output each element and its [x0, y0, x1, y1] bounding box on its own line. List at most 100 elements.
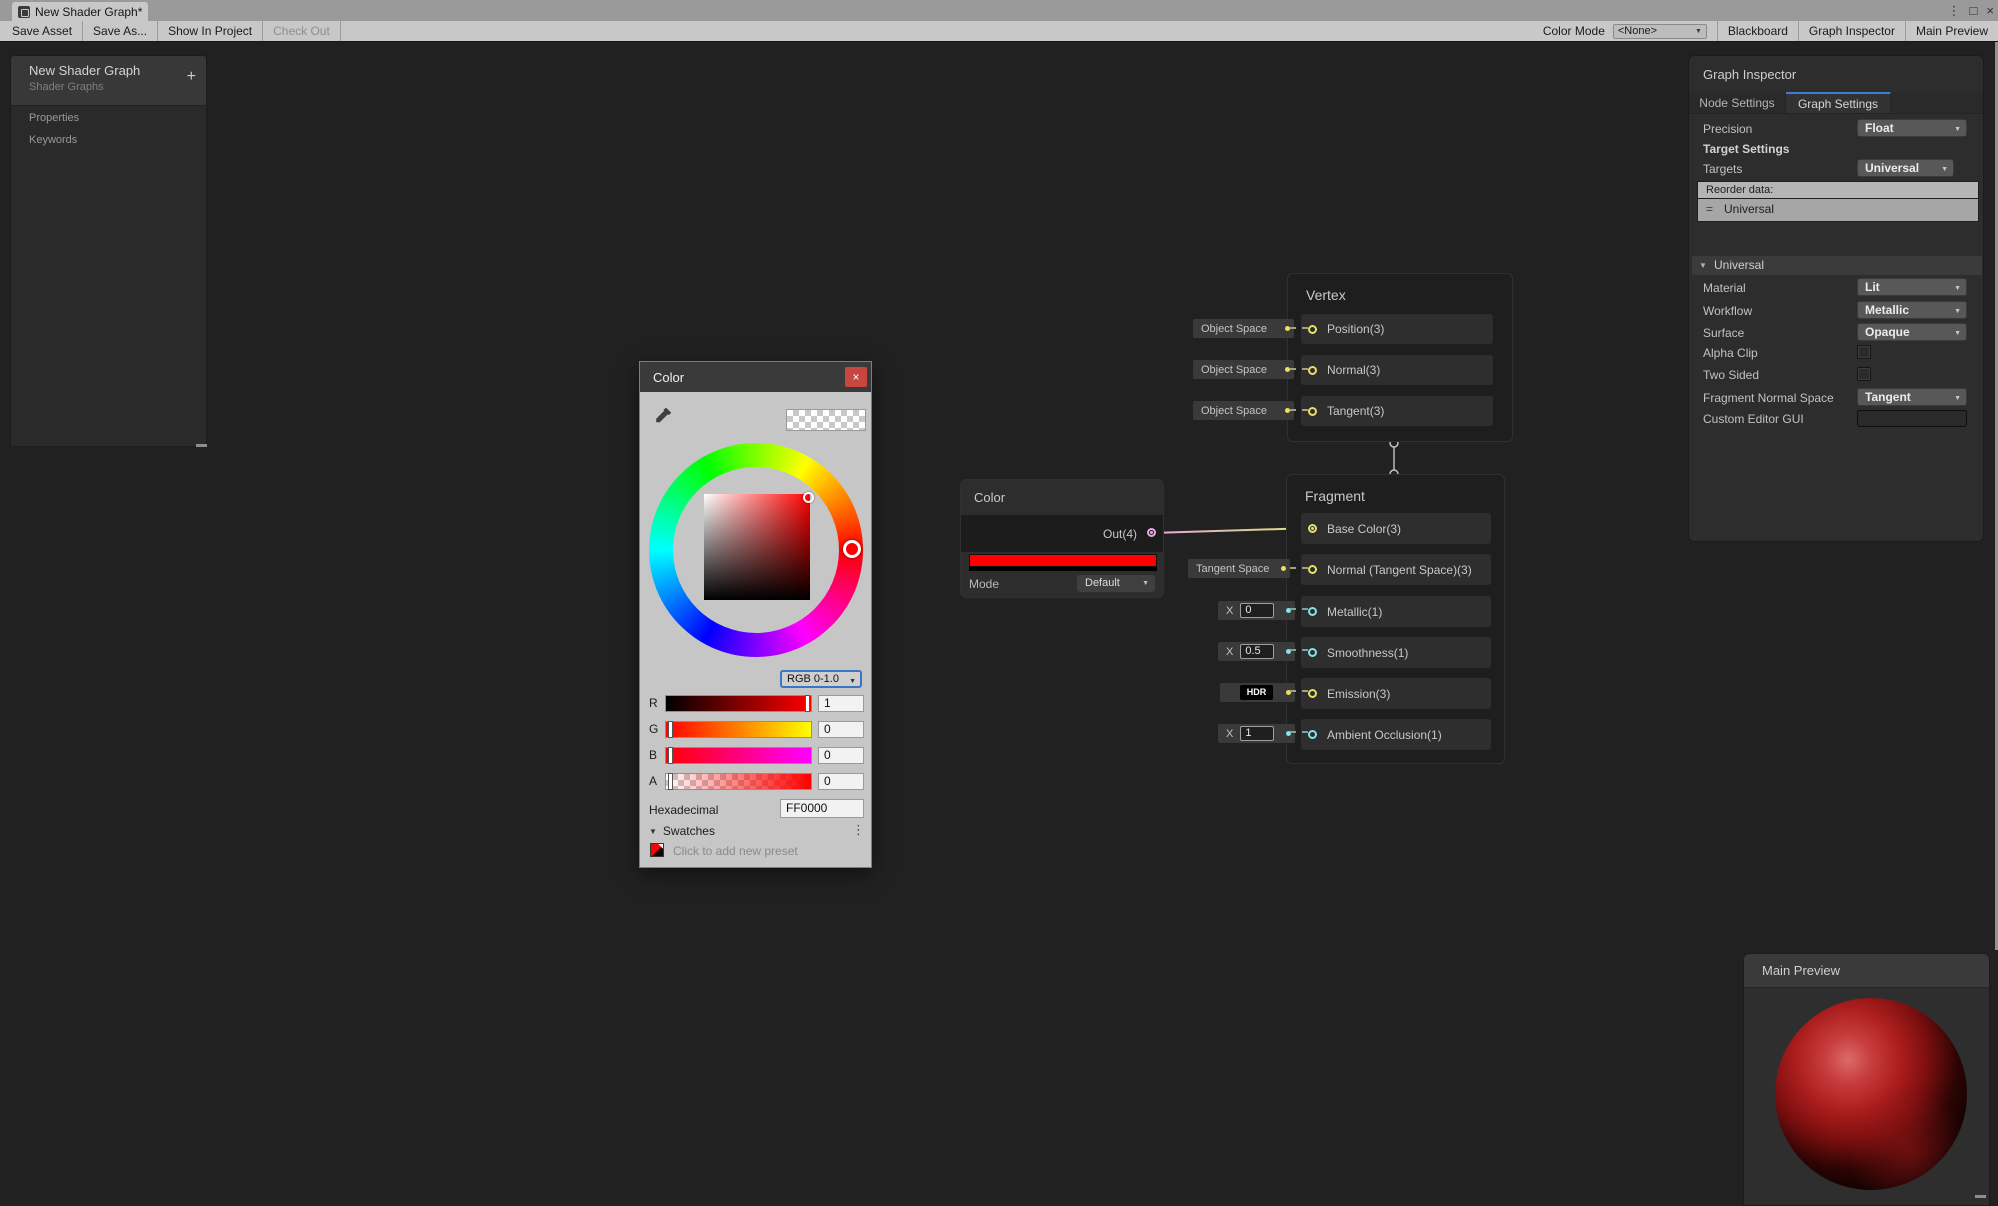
tab-graph-settings[interactable]: Graph Settings — [1786, 92, 1891, 113]
reorder-item-universal[interactable]: = Universal — [1697, 199, 1979, 222]
base-color-port[interactable] — [1308, 524, 1317, 533]
ambient-occlusion-port[interactable] — [1308, 730, 1317, 739]
green-slider[interactable] — [665, 721, 812, 738]
blue-slider[interactable] — [665, 747, 812, 764]
swatches-menu-icon[interactable]: ⋮ — [852, 822, 865, 838]
blackboard-section-properties[interactable]: Properties — [11, 106, 206, 128]
green-value-field[interactable]: 0 — [818, 721, 864, 738]
window-menu-icon[interactable]: ⋮ — [1948, 0, 1961, 21]
tangent-port[interactable] — [1308, 407, 1317, 416]
x-component-label: X — [1226, 605, 1233, 617]
emission-port[interactable] — [1308, 689, 1317, 698]
close-icon[interactable]: × — [1986, 0, 1994, 21]
tangent-space-pill[interactable]: Object Space — [1193, 401, 1294, 420]
alpha-value-field[interactable]: 0 — [818, 773, 864, 790]
add-preset-hint[interactable]: Click to add new preset — [673, 844, 798, 858]
close-dialog-button[interactable]: × — [845, 367, 867, 387]
graph-inspector-panel: Graph Inspector Node Settings Graph Sett… — [1688, 55, 1984, 542]
target-settings-heading: Target Settings — [1703, 142, 1789, 156]
dashed-connector — [1290, 368, 1308, 370]
alpha-clip-checkbox[interactable] — [1857, 345, 1871, 359]
normal-tangent-space-port[interactable] — [1308, 565, 1317, 574]
green-slider-handle[interactable] — [668, 721, 673, 738]
maximize-icon[interactable]: □ — [1970, 0, 1978, 21]
ao-value-field[interactable]: 1 — [1240, 726, 1274, 741]
mode-dropdown[interactable]: Default ▼ — [1077, 575, 1155, 592]
tab-node-settings[interactable]: Node Settings — [1689, 92, 1786, 113]
workflow-value: Metallic — [1865, 303, 1909, 317]
surface-value: Opaque — [1865, 325, 1910, 339]
material-dropdown[interactable]: Lit ▼ — [1857, 278, 1967, 296]
position-port[interactable] — [1308, 325, 1317, 334]
reorder-item-label: Universal — [1724, 199, 1774, 220]
fragment-smoothness-slot[interactable]: Smoothness(1) — [1301, 637, 1491, 668]
red-slider-handle[interactable] — [805, 695, 810, 712]
blackboard-toggle-button[interactable]: Blackboard — [1717, 21, 1798, 41]
color-mode-dropdown[interactable]: <None> ▼ — [1613, 24, 1707, 39]
graph-inspector-toggle-button[interactable]: Graph Inspector — [1798, 21, 1905, 41]
fragment-ao-slot[interactable]: Ambient Occlusion(1) — [1301, 719, 1491, 750]
blackboard-resize-handle[interactable] — [196, 444, 207, 447]
fragment-basecolor-slot[interactable]: Base Color(3) — [1301, 513, 1491, 544]
alpha-slider[interactable] — [665, 773, 812, 790]
tangent-space-label: Object Space — [1201, 405, 1267, 417]
custom-editor-gui-field[interactable] — [1857, 410, 1967, 427]
drag-handle-icon[interactable]: = — [1706, 199, 1713, 220]
saturation-value-square[interactable] — [704, 494, 810, 600]
hexadecimal-field[interactable]: FF0000 — [780, 799, 864, 818]
workflow-dropdown[interactable]: Metallic ▼ — [1857, 301, 1967, 319]
eyedropper-icon[interactable] — [653, 406, 673, 426]
universal-foldout[interactable]: ▼ Universal — [1692, 256, 1982, 275]
two-sided-checkbox[interactable] — [1857, 367, 1871, 381]
blackboard-section-keywords[interactable]: Keywords — [11, 128, 206, 150]
saturation-value-knob[interactable] — [803, 492, 814, 503]
surface-dropdown[interactable]: Opaque ▼ — [1857, 323, 1967, 341]
metallic-port[interactable] — [1308, 607, 1317, 616]
workflow-label: Workflow — [1703, 304, 1752, 318]
swatch-preset-icon[interactable] — [650, 843, 664, 857]
save-as-button[interactable]: Save As... — [83, 21, 158, 41]
fragment-normal-space-dropdown[interactable]: Tangent ▼ — [1857, 388, 1967, 406]
out-port[interactable] — [1147, 528, 1156, 537]
swatches-foldout[interactable]: ▼ Swatches — [649, 824, 715, 838]
fragment-normal-slot[interactable]: Normal (Tangent Space)(3) — [1301, 554, 1491, 585]
normal-tangent-space-port-label: Normal (Tangent Space)(3) — [1327, 563, 1472, 577]
hue-selector-knob[interactable] — [843, 540, 861, 558]
preview-sphere[interactable] — [1775, 998, 1967, 1190]
smoothness-port[interactable] — [1308, 648, 1317, 657]
blue-slider-handle[interactable] — [668, 747, 673, 764]
smoothness-value-field[interactable]: 0.5 — [1240, 644, 1274, 659]
color-mode-select[interactable]: RGB 0-1.0 ▼ — [780, 670, 862, 688]
normal-space-binding-pill[interactable]: Tangent Space — [1188, 559, 1290, 578]
vertex-normal-slot[interactable]: Normal(3) — [1301, 355, 1493, 385]
smoothness-port-label: Smoothness(1) — [1327, 646, 1408, 660]
preview-resize-handle[interactable] — [1975, 1195, 1986, 1198]
fragment-metallic-slot[interactable]: Metallic(1) — [1301, 596, 1491, 627]
vertex-position-slot[interactable]: Position(3) — [1301, 314, 1493, 344]
main-preview-toggle-button[interactable]: Main Preview — [1905, 21, 1998, 41]
red-value-field[interactable]: 1 — [818, 695, 864, 712]
red-slider[interactable] — [665, 695, 812, 712]
color-node[interactable]: Color Out(4) Mode Default ▼ — [960, 479, 1164, 598]
tab-new-shader-graph[interactable]: New Shader Graph* — [12, 2, 148, 21]
normal-port[interactable] — [1308, 366, 1317, 375]
targets-dropdown[interactable]: Universal ▼ — [1857, 159, 1954, 177]
metallic-value-field[interactable]: 0 — [1240, 603, 1274, 618]
normal-space-pill[interactable]: Object Space — [1193, 360, 1294, 379]
vertex-tangent-slot[interactable]: Tangent(3) — [1301, 396, 1493, 426]
color-value-swatch[interactable] — [969, 554, 1157, 567]
hdr-color-field[interactable]: HDR — [1240, 685, 1273, 700]
vertex-node[interactable]: Vertex Position(3) Normal(3) Tangent(3) — [1287, 273, 1513, 442]
color-picker-titlebar[interactable]: Color × — [640, 362, 871, 392]
swatches-label: Swatches — [663, 824, 715, 838]
precision-dropdown[interactable]: Float ▼ — [1857, 119, 1967, 137]
position-space-pill[interactable]: Object Space — [1193, 319, 1294, 338]
fragment-node[interactable]: Fragment Base Color(3) Normal (Tangent S… — [1286, 474, 1505, 764]
blue-value-field[interactable]: 0 — [818, 747, 864, 764]
save-asset-button[interactable]: Save Asset — [2, 21, 83, 41]
show-in-project-button[interactable]: Show In Project — [158, 21, 263, 41]
add-property-button[interactable]: + — [187, 68, 196, 86]
fragment-emission-slot[interactable]: Emission(3) — [1301, 678, 1491, 709]
alpha-slider-handle[interactable] — [668, 773, 673, 790]
tangent-port-label: Tangent(3) — [1327, 404, 1384, 418]
